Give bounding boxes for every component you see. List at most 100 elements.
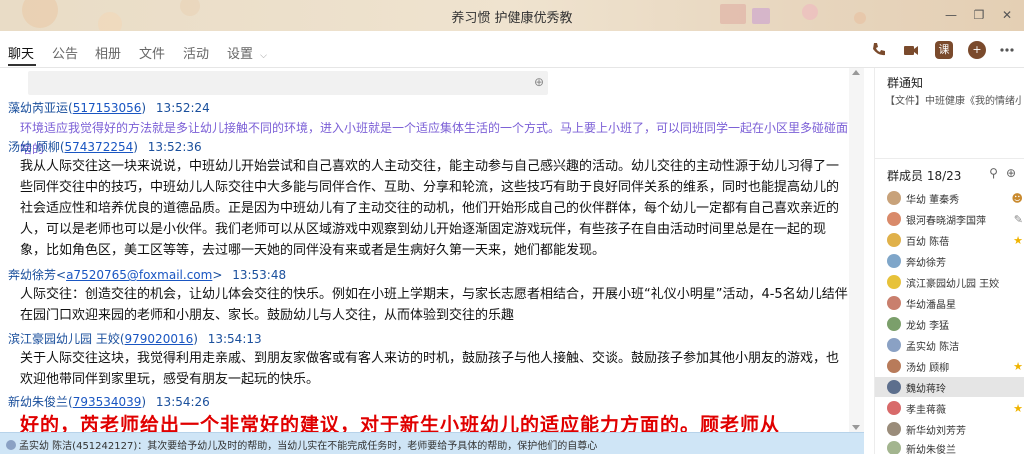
tab-activity[interactable]: 活动 [183,43,209,62]
member-name: 百幼 陈蓓 [906,236,950,248]
member-item[interactable]: 华幼潘晶星 [887,293,1023,313]
member-name: 新华幼刘芳芳 [906,425,966,437]
more-button[interactable] [996,39,1018,61]
tab-chat[interactable]: 聊天 [8,43,34,62]
tab-files[interactable]: 文件 [139,43,165,62]
video-call-button[interactable] [900,39,922,61]
more-icon [1000,48,1014,52]
member-name: 孝圭蒋薇 [906,404,946,416]
window-title: 养习惯 护健康优秀教 [451,11,573,26]
add-button[interactable]: + [966,39,988,61]
message-sender[interactable]: 新幼朱俊兰 [8,395,68,409]
member-item[interactable]: 新华幼刘芳芳 [887,419,1023,439]
message-header: 汤幼 顾柳(574372254) 13:52:36 [8,140,202,154]
avatar [887,401,901,415]
member-name: 新幼朱俊兰 [906,444,956,454]
avatar [887,212,901,226]
member-item[interactable]: 银河春晓湖李国萍 ✎ [887,209,1023,229]
member-name: 汤幼 顾柳 [906,362,950,374]
member-item[interactable]: 百幼 陈蓓 ★ [887,230,1023,250]
message-sender-id[interactable]: a7520765@foxmail.com [66,268,212,282]
avatar [887,254,901,268]
pinned-notice-bar[interactable]: 孟实幼 陈洁(451242127)：其次要给予幼儿及时的帮助，当幼儿实在不能完成… [0,432,864,454]
group-notice-text[interactable]: 【文件】中班健康《我的情绪小... [885,92,1021,107]
star-icon: ★ [1013,401,1023,415]
course-button[interactable]: 课 [933,39,955,61]
member-item[interactable]: 孝圭蒋薇 ★ [887,398,1023,418]
member-name: 滨江豪园幼儿园 王姣 [906,278,1000,290]
chat-message-area[interactable]: ⊕ 藻幼芮亚运(517153056) 13:52:24 环境适应我觉得好的方法就… [0,68,864,432]
active-tab-indicator [8,64,36,66]
avatar [887,317,901,331]
member-item[interactable]: 汤幼 顾柳 ★ [887,356,1023,376]
add-member-icon[interactable]: ⊕ [1006,166,1016,180]
message-sender-id[interactable]: 574372254 [65,140,134,154]
pinned-notice: 孟实幼 陈洁(451242127)：其次要给予幼儿及时的帮助，当幼儿实在不能完成… [6,437,597,452]
avatar [887,296,901,310]
scroll-down-icon[interactable] [852,425,860,430]
avatar [887,441,901,454]
tab-album[interactable]: 相册 [95,43,121,62]
message-time: 13:53:48 [232,268,287,282]
members-title: 群成员 18/23 [887,169,962,183]
avatar [887,191,901,205]
message-sender[interactable]: 藻幼芮亚运 [8,101,68,115]
phone-icon [873,43,885,56]
message-sender[interactable]: 滨江豪园幼儿园 王姣 [8,332,120,346]
edit-icon: ✎ [1013,212,1023,226]
message-header: 新幼朱俊兰(793534039) 13:54:26 [8,395,210,409]
chevron-down-icon: ⌵ [260,51,267,61]
member-name: 华幼 董秦秀 [906,194,960,206]
pinned-notice-text: 孟实幼 陈洁(451242127)：其次要给予幼儿及时的帮助，当幼儿实在不能完成… [19,441,598,452]
message-text: 好的，芮老师给出一个非常好的建议，对于新生小班幼儿的适应能力方面的。顾老师从 [20,414,781,432]
avatar [887,359,901,373]
maximize-button[interactable]: ❐ [968,4,990,26]
title-bar: 养习惯 护健康优秀教 — ❐ ✕ [0,0,1024,31]
chat-scrollbar[interactable] [849,68,864,432]
member-item[interactable]: 奔幼徐芳 [887,251,1023,271]
group-notice-title[interactable]: 群通知 [887,74,923,91]
close-button[interactable]: ✕ [996,4,1018,26]
member-name: 孟实幼 陈洁 [906,341,960,353]
message-time: 13:54:13 [207,332,262,346]
message-sender-id[interactable]: 979020016 [125,332,194,346]
tab-settings[interactable]: 设置 ⌵ [227,43,267,62]
member-item[interactable]: 新幼朱俊兰 [887,438,1023,454]
member-name: 魏幼蒋玲 [906,383,946,395]
member-item[interactable]: 孟实幼 陈洁 [887,335,1023,355]
image-preview[interactable]: ⊕ [28,71,548,95]
avatar [6,440,16,450]
person-icon: ☻ [1011,191,1023,205]
avatar [887,422,901,436]
member-name: 华幼潘晶星 [906,299,956,311]
message-header: 藻幼芮亚运(517153056) 13:52:24 [8,101,210,115]
member-item[interactable]: 华幼 董秦秀 ☻ [887,188,1023,208]
member-name: 奔幼徐芳 [906,257,946,269]
tab-bar: 聊天 公告 相册 文件 活动 设置 ⌵ 课 + [0,31,1024,68]
course-icon: 课 [935,41,953,59]
scroll-up-icon[interactable] [852,70,860,75]
avatar [887,380,901,394]
member-name: 龙幼 李猛 [906,320,950,332]
member-item[interactable]: 滨江豪园幼儿园 王姣 [887,272,1023,292]
member-item[interactable]: 龙幼 李猛 [887,314,1023,334]
tab-announcement[interactable]: 公告 [52,43,78,62]
group-side-panel: 群通知 【文件】中班健康《我的情绪小... 群成员 18/23 ⚲ ⊕ 华幼 董… [874,68,1024,454]
message-time: 13:52:36 [147,140,202,154]
member-name: 银河春晓湖李国萍 [906,215,986,227]
message-header: 奔幼徐芳<a7520765@foxmail.com> 13:53:48 [8,268,287,282]
message-sender-id[interactable]: 793534039 [73,395,142,409]
zoom-icon[interactable]: ⊕ [534,75,544,89]
divider [875,158,1024,159]
message-sender-id[interactable]: 517153056 [73,101,142,115]
star-icon: ★ [1013,233,1023,247]
message-text: 我从人际交往这一块来说说，中班幼儿开始尝试和自己喜欢的人主动交往，能主动参与自己… [20,159,840,258]
search-icon[interactable]: ⚲ [989,166,998,180]
member-item[interactable]: 魏幼蒋玲 [875,377,1024,397]
minimize-button[interactable]: — [940,4,962,26]
window-controls: — ❐ ✕ [940,4,1018,26]
phone-call-button[interactable] [868,39,890,61]
member-tools: ⚲ ⊕ [989,166,1016,180]
message-sender[interactable]: 汤幼 顾柳 [8,140,60,154]
message-sender[interactable]: 奔幼徐芳 [8,268,56,282]
